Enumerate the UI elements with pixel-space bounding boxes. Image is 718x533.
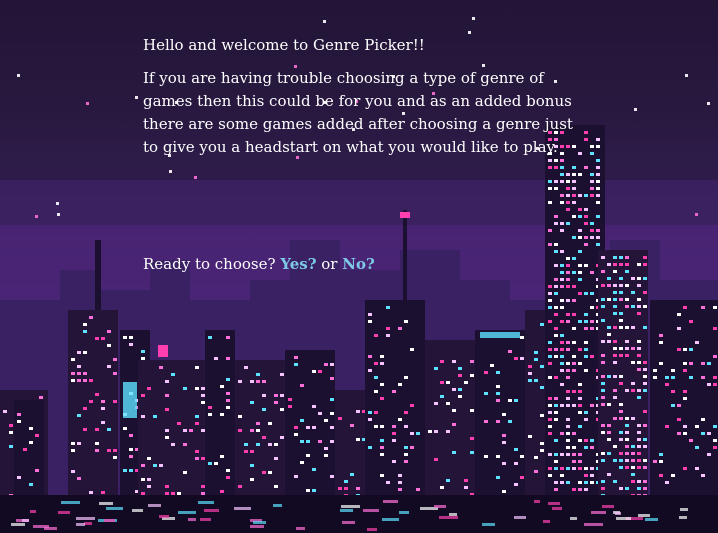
intro-description: If you are having trouble choosing a typ… <box>143 69 573 156</box>
choose-prompt: Ready to choose? Yes? or No? <box>143 253 375 276</box>
pixel-city-background: Hello and welcome to Genre Picker!! If y… <box>0 0 718 533</box>
main-content: Hello and welcome to Genre Picker!! If y… <box>143 34 583 273</box>
greeting-text: Hello and welcome to Genre Picker!! <box>143 36 425 54</box>
no-link[interactable]: No? <box>342 255 375 273</box>
prompt-separator: or <box>321 255 338 273</box>
prompt-question: Ready to choose? <box>143 255 276 273</box>
yes-link[interactable]: Yes? <box>280 255 316 273</box>
